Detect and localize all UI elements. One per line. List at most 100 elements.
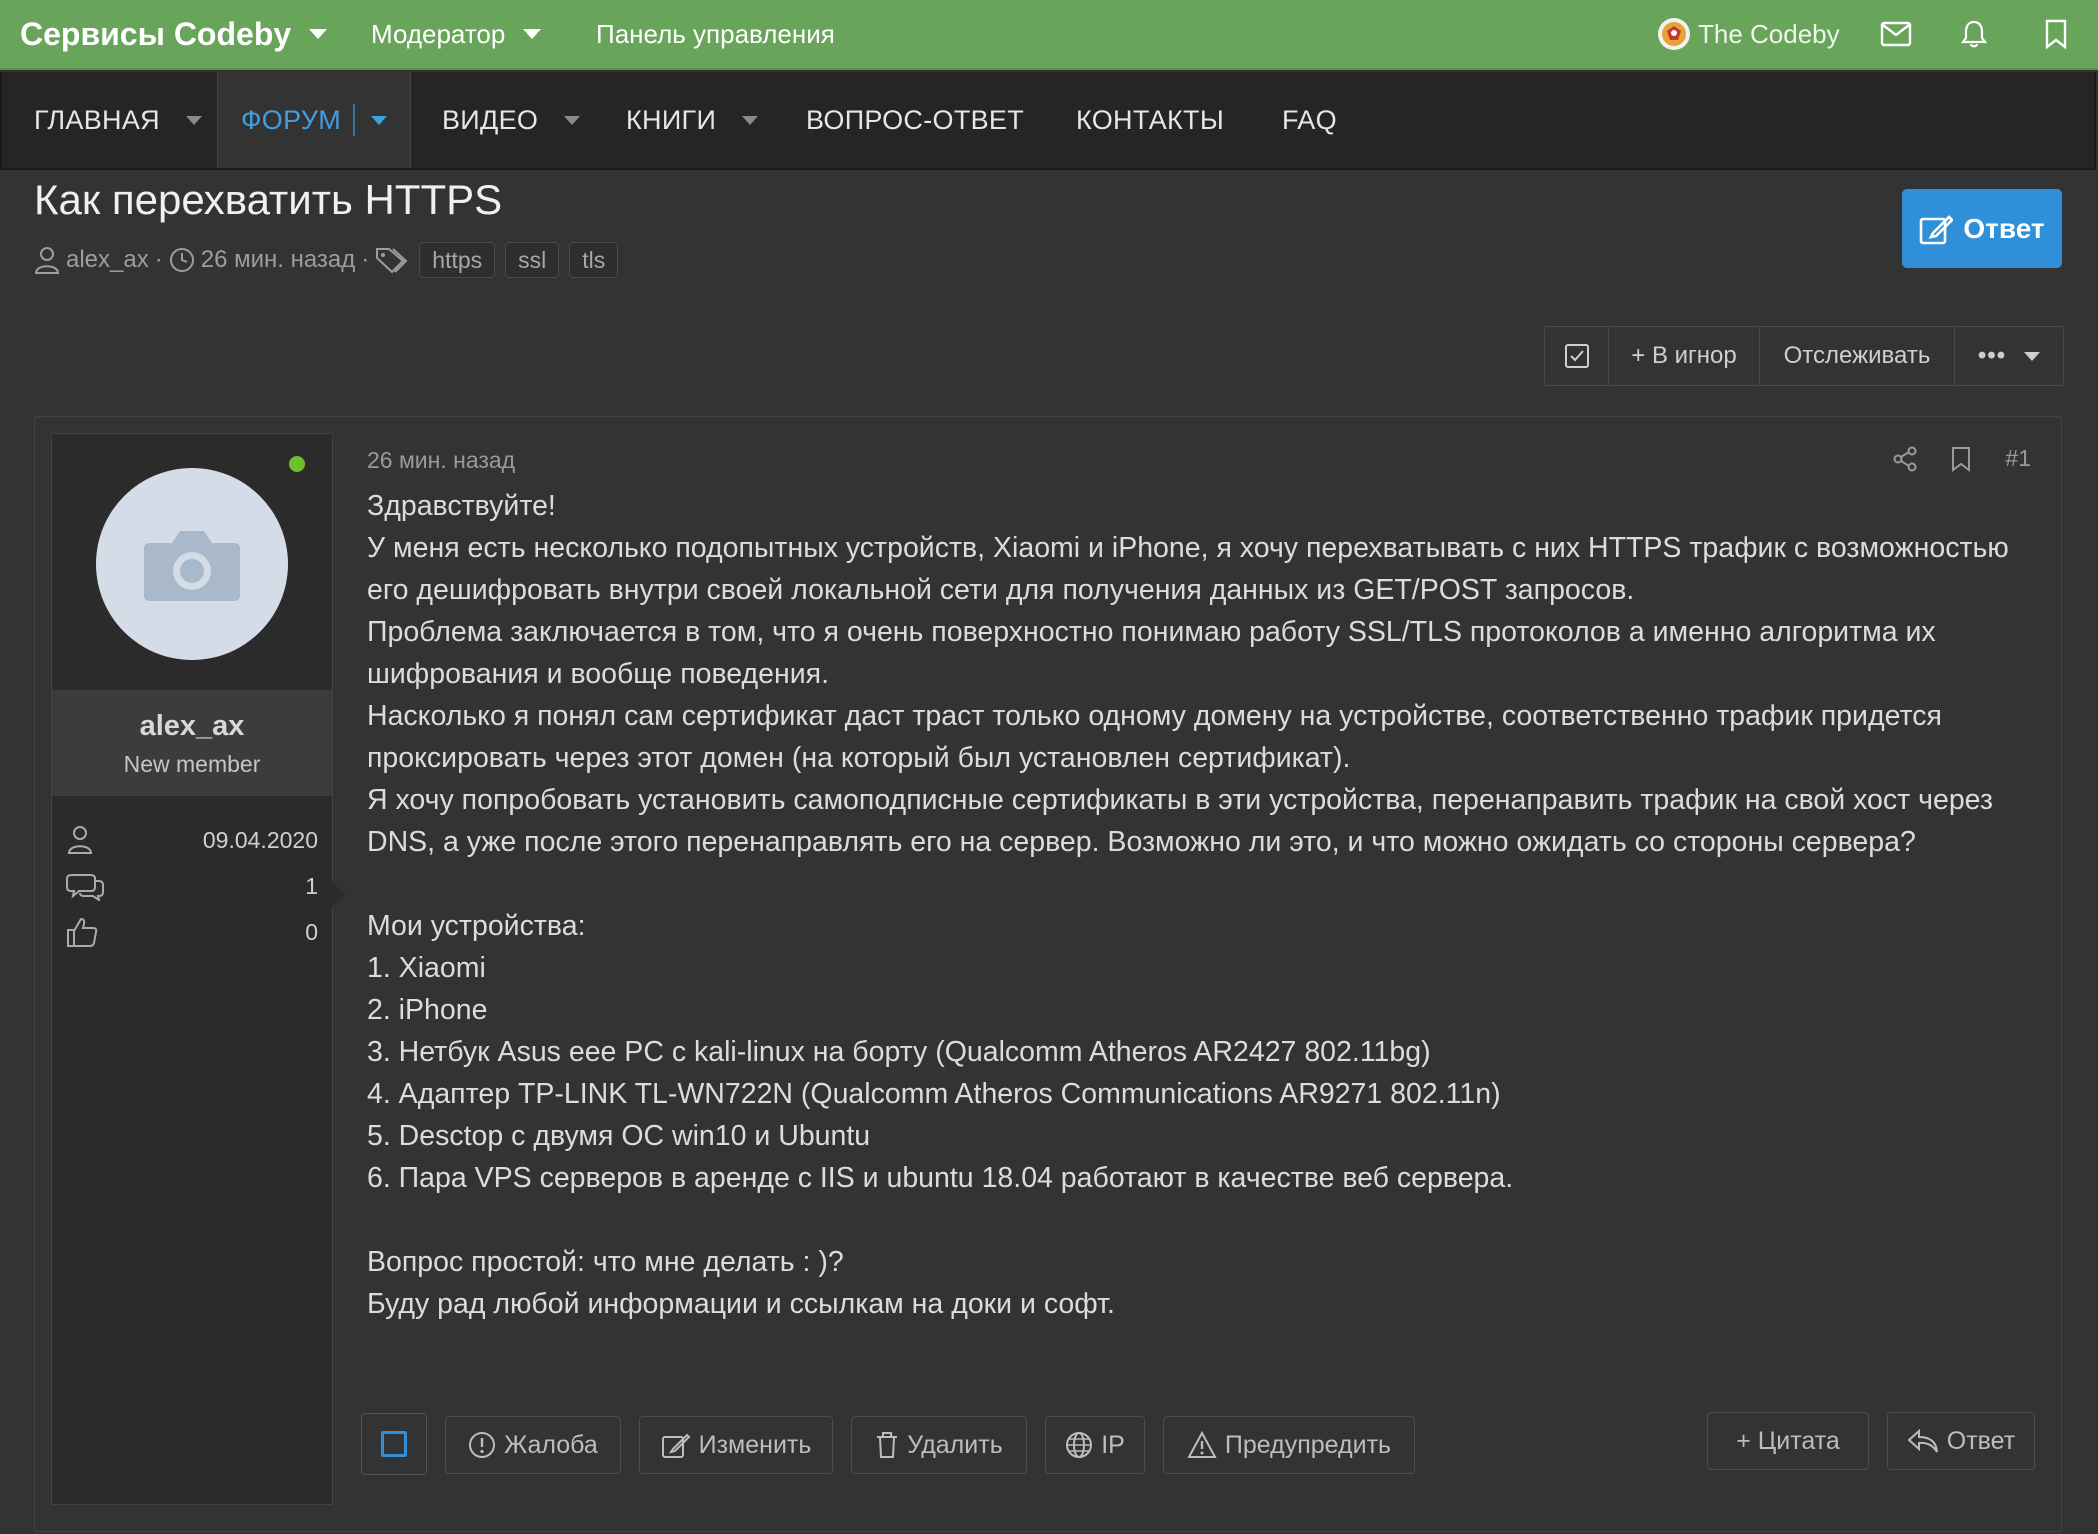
alerts-button[interactable] [1960, 0, 1988, 68]
report-button[interactable]: Жалоба [445, 1416, 621, 1474]
post-line: 4. Адаптер TP-LINK TL-WN722N (Qualcomm A… [367, 1078, 1501, 1110]
reply-thread-button[interactable]: Ответ [1902, 189, 2062, 268]
select-thread-checkbox[interactable] [1545, 327, 1609, 385]
chevron-down-icon [523, 29, 542, 39]
chevron-down-icon[interactable] [742, 115, 759, 125]
main-nav: ГЛАВНАЯ ФОРУМ ВИДЕО КНИГИ ВОПРОС-ОТВЕТ К… [0, 72, 2096, 170]
chevron-down-icon[interactable] [185, 115, 202, 125]
chevron-down-icon [2024, 351, 2041, 361]
meta-separator: · [154, 246, 163, 273]
control-panel-link[interactable]: Панель управления [596, 0, 835, 68]
thread-time[interactable]: 26 мин. назад [201, 246, 356, 274]
chevron-down-icon[interactable] [564, 115, 581, 125]
avatar-area [52, 434, 332, 690]
post-tools: #1 [1859, 445, 2031, 472]
inbox-button[interactable] [1880, 0, 1912, 68]
clock-icon [169, 248, 194, 272]
warn-label: Предупредить [1224, 1430, 1392, 1459]
nav-forum-label: ФОРУМ [240, 104, 342, 135]
checkbox-icon [381, 1431, 407, 1457]
warn-button[interactable]: Предупредить [1163, 1416, 1415, 1474]
tag-ssl[interactable]: ssl [505, 242, 560, 278]
nav-home[interactable]: ГЛАВНАЯ [34, 72, 202, 168]
post-line: 5. Desctop с двумя ОС win10 и Ubuntu [367, 1120, 871, 1152]
user-name-block: alex_ax New member [52, 690, 332, 796]
watch-button[interactable]: Отслеживать [1760, 327, 1955, 385]
share-button[interactable] [1893, 446, 1917, 472]
nav-divider [353, 104, 356, 136]
nav-contacts[interactable]: КОНТАКТЫ [1076, 72, 1224, 168]
delete-button[interactable]: Удалить [851, 1416, 1027, 1474]
user-role: New member [123, 751, 261, 777]
nav-books-label: КНИГИ [626, 104, 717, 135]
delete-label: Удалить [907, 1430, 1003, 1459]
post-line: У меня есть несколько подопытных устройс… [367, 532, 2009, 606]
chevron-down-icon[interactable] [371, 115, 388, 125]
online-status-icon [289, 456, 305, 472]
account-name: The Codeby [1698, 18, 1840, 49]
post-number[interactable]: #1 [2005, 445, 2031, 472]
post-line: 3. Нетбук Asus eee PC с kali-linux на бо… [367, 1036, 1431, 1068]
bell-icon [1960, 20, 1988, 48]
bookmark-icon [1952, 446, 1971, 472]
share-icon [1893, 446, 1917, 471]
post-user-card: alex_ax New member 09.04.2020 1 0 [51, 433, 333, 1505]
bookmarks-button[interactable] [2044, 0, 2068, 68]
reply-thread-label: Ответ [1963, 212, 2045, 244]
chevron-down-icon [309, 29, 328, 39]
checkbox-icon [1564, 344, 1589, 368]
reply-icon [1907, 1428, 1938, 1453]
ip-button[interactable]: IP [1045, 1416, 1145, 1474]
bookmark-post-button[interactable] [1951, 446, 1971, 472]
tag-https[interactable]: https [419, 242, 496, 278]
nav-video-label: ВИДЕО [442, 104, 539, 135]
nav-home-label: ГЛАВНАЯ [34, 104, 160, 135]
quote-button[interactable]: + Цитата [1707, 1412, 1869, 1470]
post-spacer [367, 863, 2027, 905]
ignore-button[interactable]: + В игнор [1609, 327, 1760, 385]
reply-post-button[interactable]: Ответ [1887, 1412, 2035, 1470]
user-icon [34, 247, 60, 274]
nav-forum[interactable]: ФОРУМ [217, 72, 411, 168]
thread-meta: alex_ax · 26 мин. назад · https ssl tls [34, 240, 619, 280]
camera-icon [144, 531, 240, 601]
edit-button[interactable]: Изменить [639, 1416, 833, 1474]
codeby-logo-icon [1662, 22, 1686, 46]
bookmark-icon [2045, 19, 2067, 49]
nav-books[interactable]: КНИГИ [626, 72, 759, 168]
nav-video[interactable]: ВИДЕО [442, 72, 581, 168]
user-avatar [1658, 18, 1690, 50]
comments-icon [66, 874, 104, 901]
post-body: Здравствуйте! У меня есть несколько подо… [367, 485, 2027, 1325]
moderator-menu[interactable]: Модератор [371, 0, 542, 68]
report-label: Жалоба [504, 1430, 598, 1459]
tag-tls[interactable]: tls [569, 242, 619, 278]
select-post-checkbox[interactable] [361, 1413, 427, 1475]
joined-date: 09.04.2020 [202, 826, 318, 853]
envelope-icon [1880, 21, 1912, 47]
services-menu-label: Сервисы Codeby [20, 15, 292, 52]
post-line: Проблема заключается в том, что я очень … [367, 616, 1936, 690]
nav-qa[interactable]: ВОПРОС-ОТВЕТ [806, 72, 1024, 168]
edit-icon [661, 1433, 691, 1458]
avatar[interactable] [96, 468, 288, 660]
post-line: 2. iPhone [367, 994, 488, 1026]
user-icon [67, 826, 93, 854]
post-line: Вопрос простой: что мне делать : )? [367, 1246, 844, 1278]
stat-joined: 09.04.2020 [66, 820, 318, 860]
post-time[interactable]: 26 мин. назад [367, 447, 515, 474]
message-count: 1 [305, 872, 318, 899]
user-card-arrow [332, 881, 345, 907]
services-menu[interactable]: Сервисы Codeby [20, 0, 328, 68]
globe-icon [1066, 1432, 1093, 1458]
more-options-button[interactable]: ••• [1955, 327, 2063, 385]
nav-faq[interactable]: FAQ [1282, 72, 1337, 168]
moderator-menu-label: Модератор [371, 18, 506, 49]
post-username[interactable]: alex_ax [52, 710, 332, 743]
post-line: 1. Xiaomi [367, 952, 486, 984]
alert-circle-icon [469, 1432, 496, 1458]
post-line: Здравствуйте! [367, 490, 556, 522]
thread-author[interactable]: alex_ax [66, 246, 149, 274]
account-menu[interactable]: The Codeby [1658, 0, 1840, 68]
post-message: alex_ax New member 09.04.2020 1 0 26 мин… [34, 416, 2062, 1532]
